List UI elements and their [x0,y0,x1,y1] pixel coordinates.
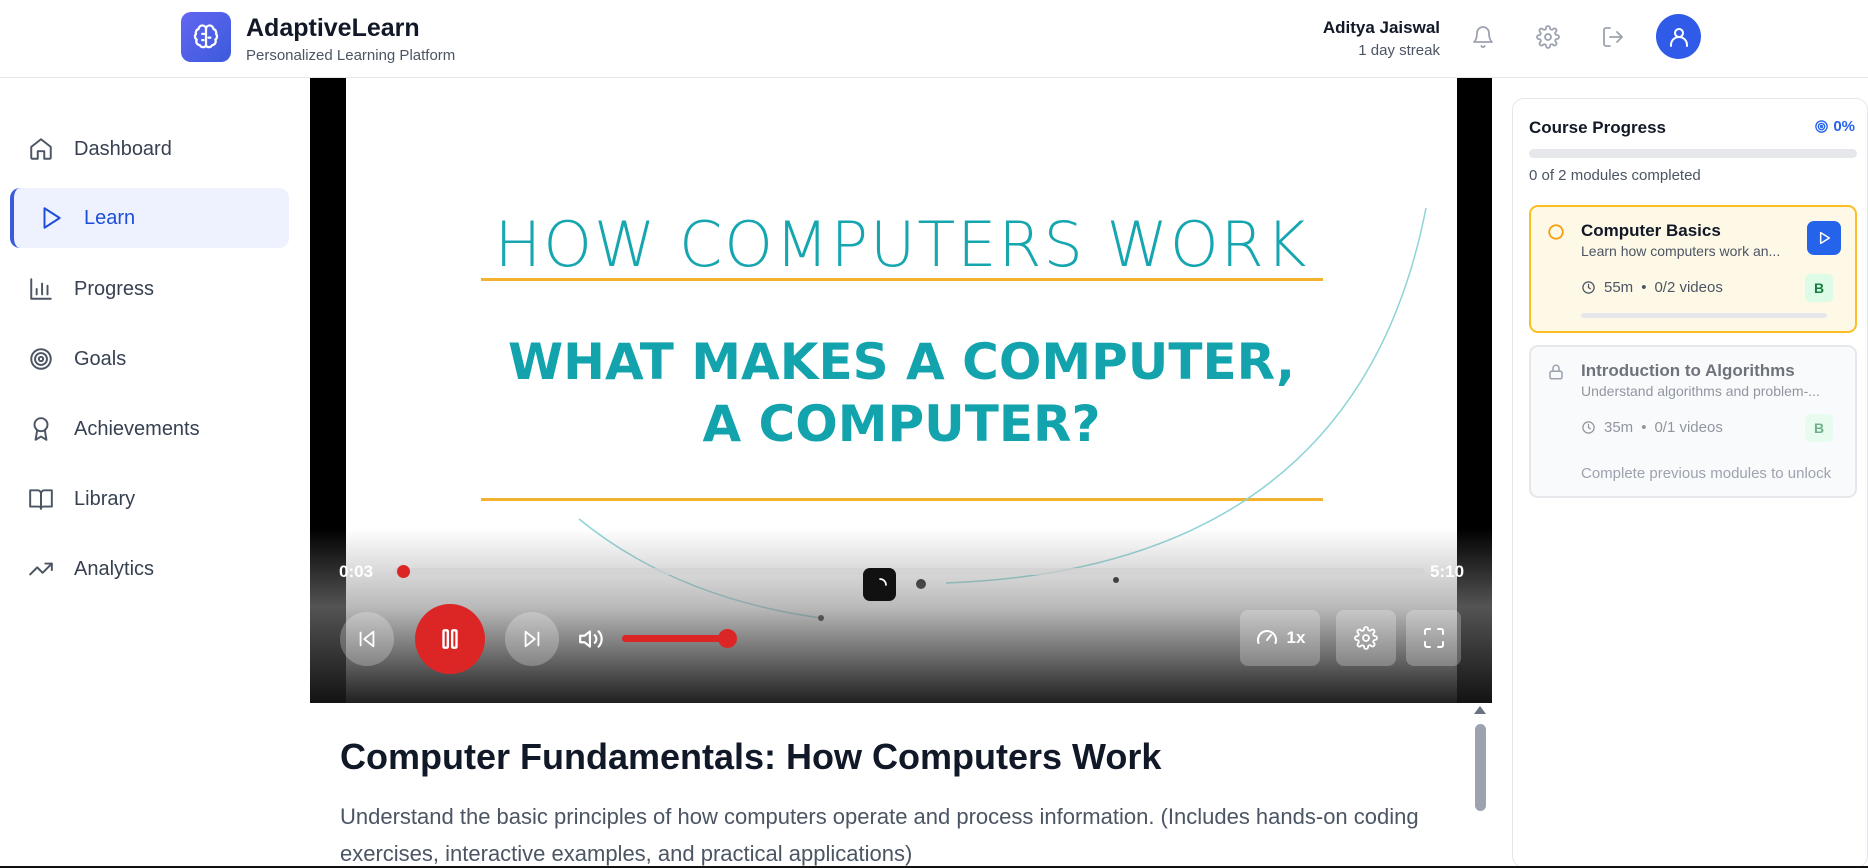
video-settings-button[interactable] [1336,610,1396,666]
gear-icon[interactable] [1533,22,1563,52]
module-duration: 55m [1604,279,1634,296]
seek-bar[interactable] [393,568,1425,575]
sidebar-item-label: Dashboard [74,137,172,160]
user-streak: 1 day streak [1358,42,1440,59]
volume-thumb[interactable] [718,629,737,648]
level-badge: B [1805,274,1833,302]
module-meta: 35m • 0/1 videos [1581,419,1723,436]
scroll-up-arrow-icon[interactable] [1474,706,1486,714]
sidebar-item-learn[interactable]: Learn [10,188,289,248]
course-description: Understand the basic principles of how c… [340,804,1419,866]
course-progress-bar [1529,149,1857,158]
skip-back-icon [359,630,375,648]
sidebar-item-progress[interactable]: Progress [10,259,289,319]
play-icon [43,207,61,229]
previous-button[interactable] [340,612,394,666]
clock-icon [1582,281,1595,294]
course-content: Computer Fundamentals: How Computers Wor… [310,703,1476,868]
sidebar-item-label: Analytics [74,557,155,580]
sidebar-item-label: Achievements [74,417,200,440]
module-card-computer-basics[interactable]: Computer Basics Learn how computers work… [1529,205,1857,333]
user-icon [1669,27,1688,47]
user-avatar[interactable] [1656,14,1701,59]
gear-icon [1354,626,1378,650]
logout-icon[interactable] [1598,22,1628,52]
sidebar-item-analytics[interactable]: Analytics [10,539,289,599]
next-button[interactable] [505,612,559,666]
meta-separator: • [1641,419,1647,436]
meta-separator: • [1641,279,1647,296]
award-icon [33,417,49,441]
video-player[interactable]: HOW COMPUTERS WORK WHAT MAKES A COMPUTER… [310,78,1492,703]
module-card-introduction-to-algorithms: Introduction to Algorithms Understand al… [1529,345,1857,498]
sidebar: Dashboard Learn Progress Goals Achieveme… [0,79,310,868]
target-icon [1815,120,1829,133]
volume-icon[interactable] [578,626,604,657]
duration: 5:10 [1430,562,1465,581]
book-icon [29,489,53,510]
level-badge: B [1805,414,1833,442]
circle-status-icon [1547,223,1565,241]
gauge-icon [1256,630,1277,644]
sidebar-item-dashboard[interactable]: Dashboard [10,119,289,179]
module-meta: 55m • 0/2 videos [1581,279,1723,296]
playback-speed-button[interactable]: 1x [1240,610,1320,666]
module-progress-bar [1581,313,1827,318]
progress-percent: 0% [1814,118,1855,135]
scrollbar-thumb[interactable] [1475,724,1486,811]
app-tagline: Personalized Learning Platform [246,47,456,64]
trending-up-icon [29,562,53,576]
sidebar-item-label: Goals [74,347,127,370]
module-description: Understand algorithms and problem-... [1581,383,1820,399]
lock-icon [1547,363,1565,381]
course-progress-panel: Course Progress 0% 0 of 2 modules comple… [1512,98,1868,868]
brain-logo-icon [181,12,231,62]
module-videos: 0/1 videos [1654,419,1723,436]
loading-spinner-icon [863,568,896,601]
target-icon [30,348,52,370]
user-name: Aditya Jaiswal [1322,18,1440,37]
fullscreen-button[interactable] [1406,610,1461,666]
play-icon [1819,231,1831,245]
panel-title: Course Progress [1529,118,1666,137]
bell-icon[interactable] [1468,22,1498,52]
module-play-button[interactable] [1807,221,1841,255]
module-videos: 0/2 videos [1654,279,1723,296]
playback-speed: 1x [1286,628,1306,647]
home-icon [30,138,52,160]
skip-forward-icon [524,630,540,648]
bar-chart-icon [30,278,52,300]
module-title: Computer Basics [1581,221,1721,240]
pause-icon [442,629,458,649]
app-header: AdaptiveLearn Personalized Learning Plat… [0,0,1868,78]
volume-slider[interactable] [622,635,732,642]
course-title: Computer Fundamentals: How Computers Wor… [340,736,1162,777]
module-description: Learn how computers work an... [1581,243,1781,259]
sidebar-item-label: Library [74,487,136,510]
sidebar-item-label: Progress [74,277,155,300]
pause-button[interactable] [415,604,485,674]
sidebar-item-label: Learn [84,206,136,229]
seek-thumb[interactable] [396,565,410,578]
module-title: Introduction to Algorithms [1581,361,1795,380]
current-time: 0:03 [339,562,374,581]
sidebar-item-library[interactable]: Library [10,469,289,529]
app-name: AdaptiveLearn [246,14,420,42]
module-duration: 35m [1604,419,1634,436]
clock-icon [1582,421,1595,434]
fullscreen-icon [1423,628,1444,648]
progress-percent-value: 0% [1833,118,1855,135]
sidebar-item-achievements[interactable]: Achievements [10,399,289,459]
sidebar-item-goals[interactable]: Goals [10,329,289,389]
module-locked-note: Complete previous modules to unlock [1581,465,1832,482]
modules-completed-count: 0 of 2 modules completed [1529,167,1701,184]
